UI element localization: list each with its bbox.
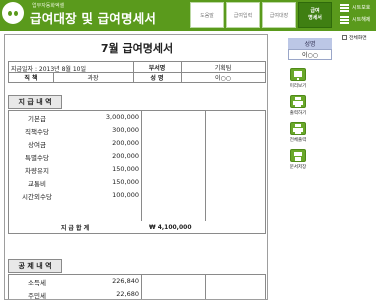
tab-salary-input[interactable]: 급여입력 [226, 2, 260, 28]
earning-amount: 100,000 [112, 191, 139, 199]
deductions-header: 공 제 내 역 [8, 259, 62, 273]
deduction-amount: 22,680 [116, 290, 139, 298]
earnings-header: 지 급 내 역 [8, 95, 62, 109]
preview-button[interactable]: 미리보기 [286, 68, 310, 90]
deduction-label: 소득세 [28, 278, 46, 287]
earning-amount: 150,000 [112, 178, 139, 186]
earning-label: 교통비 [28, 179, 46, 188]
sheet-unprotect-label: 시트해제 [352, 17, 371, 23]
app-header: 업무자동화엑셀 급여대장 및 급여명세서 도움말 급여입력 급여대장 급여 명세… [0, 0, 376, 31]
print-all-icon [290, 122, 306, 135]
fullscreen-checkbox[interactable]: 전체화면 [342, 34, 367, 41]
printer-icon [290, 95, 306, 108]
name-select[interactable]: 이○○ [288, 49, 332, 60]
position-label: 직 책 [24, 74, 38, 82]
control-panel: 전체화면 성명 이○○ 미리보기 출력하기 전체출력 문서저장 [272, 31, 376, 300]
deductions-table: 소득세 226,840 주민세 22,680 [8, 274, 266, 300]
sheet-protect-button[interactable]: 시트보호 [340, 3, 370, 12]
earning-label: 기본급 [28, 114, 46, 123]
dept-value: 기획팀 [214, 64, 232, 72]
position-value: 과장 [87, 74, 99, 82]
checkbox-box[interactable] [342, 35, 347, 40]
earnings-total-value: ₩ 4,100,000 [149, 223, 192, 231]
print-label: 출력하기 [289, 111, 307, 116]
earning-label: 시간외수당 [22, 192, 52, 201]
print-all-label: 전체출력 [289, 138, 307, 143]
save-icon [290, 149, 306, 162]
earning-amount: 150,000 [112, 165, 139, 173]
earning-amount: 300,000 [112, 126, 139, 134]
sheet-protect-label: 시트보호 [352, 5, 371, 11]
earnings-total-label: 지 급 합 계 [60, 224, 90, 232]
logo-icon [2, 2, 24, 24]
dept-label: 부서명 [148, 64, 166, 72]
print-all-button[interactable]: 전체출력 [286, 122, 310, 144]
earning-label: 상여금 [28, 140, 46, 149]
save-document-label: 문서저장 [289, 165, 307, 170]
layers-icon [340, 15, 349, 24]
earning-label: 직책수당 [25, 127, 49, 136]
pay-statement-document: 7월 급여명세서 지급일자 : 2013년 8월 10일 부서명 기획팀 직 책… [4, 34, 268, 300]
preview-label: 미리보기 [289, 84, 307, 89]
name-label: 성 명 [150, 74, 164, 82]
earning-amount: 200,000 [112, 139, 139, 147]
document-title: 7월 급여명세서 [100, 42, 174, 55]
earning-label: 특별수당 [25, 153, 49, 162]
earning-amount: 3,000,000 [105, 113, 139, 121]
employee-info-table: 부서명 기획팀 직 책 과장 성 명 이○○ [8, 61, 266, 83]
earning-label: 차량유지 [25, 166, 49, 175]
save-document-button[interactable]: 문서저장 [286, 149, 310, 171]
sheet-unprotect-button[interactable]: 시트해제 [340, 15, 370, 24]
monitor-icon [290, 68, 306, 81]
earnings-table: 기본급 3,000,000 직책수당 300,000 상여금 200,000 특… [8, 110, 266, 234]
tab-help[interactable]: 도움말 [190, 2, 224, 28]
earning-amount: 200,000 [112, 152, 139, 160]
fullscreen-label: 전체화면 [349, 36, 367, 41]
name-select-header: 성명 [288, 38, 332, 49]
deduction-amount: 226,840 [112, 277, 139, 285]
print-button[interactable]: 출력하기 [286, 95, 310, 117]
tab-pay-statement[interactable]: 급여 명세서 [298, 2, 332, 28]
tab-salary-ledger[interactable]: 급여대장 [262, 2, 296, 28]
name-value: 이○○ [215, 74, 231, 82]
deduction-label: 주민세 [28, 291, 46, 300]
layers-icon [340, 3, 349, 12]
app-title: 급여대장 및 급여명세서 [30, 11, 157, 26]
